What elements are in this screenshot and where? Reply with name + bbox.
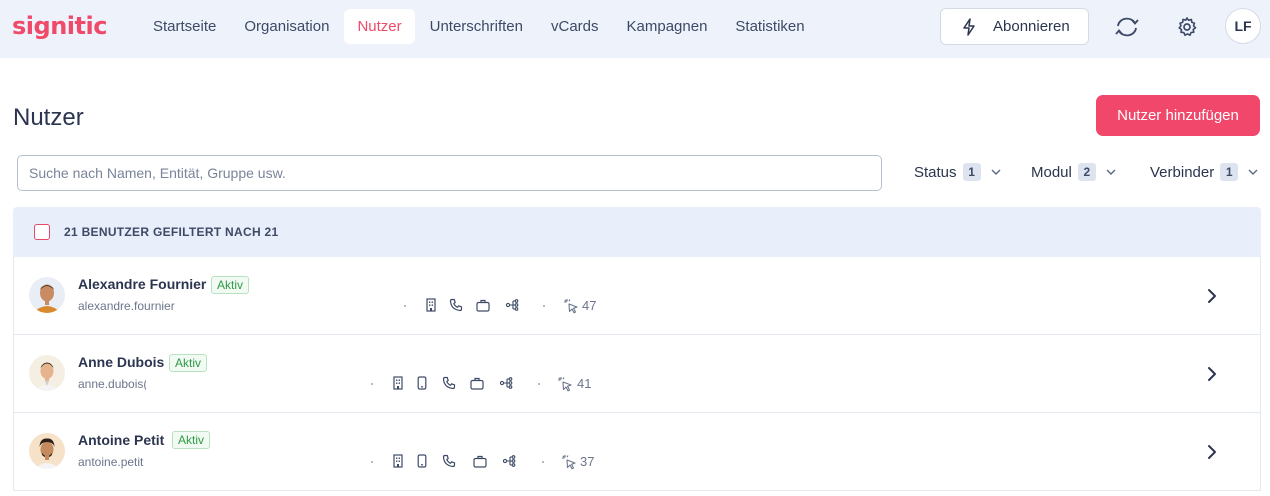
- chevron-down-icon: [991, 169, 1001, 175]
- building-icon: [393, 376, 403, 390]
- user-row[interactable]: Alexandre Fournier Aktiv alexandre.fourn…: [13, 257, 1261, 335]
- status-badge: Aktiv: [211, 276, 250, 294]
- chevron-right-icon[interactable]: [1207, 288, 1217, 304]
- mobile-icon: [417, 454, 427, 468]
- signitic-logo[interactable]: signitic: [12, 12, 107, 40]
- nav-item-nutzer[interactable]: Nutzer: [344, 9, 415, 44]
- nav-item-unterschriften[interactable]: Unterschriften: [417, 9, 536, 44]
- chevron-right-icon[interactable]: [1207, 366, 1217, 382]
- briefcase-icon: [476, 299, 490, 312]
- main-nav: Startseite Organisation Nutzer Unterschr…: [140, 9, 820, 44]
- click-count: 37: [580, 454, 595, 469]
- user-row[interactable]: Antoine Petit Aktiv antoine.petit 37: [13, 413, 1261, 491]
- hierarchy-icon: [502, 455, 516, 467]
- nav-item-startseite[interactable]: Startseite: [140, 9, 229, 44]
- filter-modul-label: Modul: [1031, 163, 1072, 181]
- mobile-icon: [417, 376, 427, 390]
- status-badge: Aktiv: [169, 354, 208, 372]
- settings-button[interactable]: [1170, 10, 1204, 44]
- separator-dot: [371, 383, 373, 385]
- separator-dot: [371, 461, 373, 463]
- user-row[interactable]: Anne Dubois Aktiv anne.dubois( 41: [13, 335, 1261, 413]
- separator-dot: [538, 383, 540, 385]
- separator-dot: [542, 461, 544, 463]
- hierarchy-icon: [505, 299, 519, 311]
- separator-dot: [404, 305, 406, 307]
- briefcase-icon: [470, 377, 484, 390]
- nav-item-kampagnen[interactable]: Kampagnen: [614, 9, 721, 44]
- user-name: Anne Dubois: [78, 354, 165, 370]
- building-icon: [426, 298, 436, 312]
- user-name: Alexandre Fournier: [78, 276, 207, 292]
- chevron-down-icon: [1248, 169, 1258, 175]
- top-navbar: signitic Startseite Organisation Nutzer …: [0, 0, 1270, 58]
- filter-verbinder-count: 1: [1220, 163, 1239, 181]
- phone-icon: [442, 454, 456, 468]
- filter-status-count: 1: [962, 163, 981, 181]
- user-email: anne.dubois(: [78, 377, 146, 391]
- cursor-click-icon: [562, 455, 576, 470]
- filter-verbinder[interactable]: Verbinder 1: [1150, 163, 1258, 181]
- click-count: 41: [577, 376, 592, 391]
- phone-icon: [449, 298, 463, 312]
- nav-item-organisation[interactable]: Organisation: [231, 9, 342, 44]
- user-name: Antoine Petit: [78, 432, 165, 448]
- chevron-down-icon: [1106, 169, 1116, 175]
- filter-status-label: Status: [914, 163, 957, 181]
- filter-summary: 21 BENUTZER GEFILTERT NACH 21: [64, 225, 279, 239]
- user-list-header: 21 BENUTZER GEFILTERT NACH 21: [13, 207, 1261, 257]
- filter-verbinder-label: Verbinder: [1150, 163, 1215, 181]
- account-avatar[interactable]: LF: [1225, 8, 1261, 44]
- hierarchy-icon: [499, 377, 513, 389]
- avatar: [29, 433, 65, 469]
- user-email: antoine.petit: [78, 455, 144, 469]
- search-input[interactable]: [17, 155, 882, 191]
- filter-status[interactable]: Status 1: [914, 163, 1001, 181]
- sync-icon: [1115, 17, 1139, 37]
- filter-modul[interactable]: Modul 2: [1031, 163, 1116, 181]
- subscribe-label: Abonnieren: [993, 18, 1070, 35]
- cursor-click-icon: [558, 377, 572, 392]
- page-title: Nutzer: [13, 104, 84, 131]
- sync-button[interactable]: [1110, 10, 1144, 44]
- user-email: alexandre.fournier: [78, 299, 175, 313]
- separator-dot: [543, 305, 545, 307]
- avatar: [29, 277, 65, 313]
- nav-item-vcards[interactable]: vCards: [538, 9, 612, 44]
- cursor-click-icon: [564, 299, 578, 314]
- subscribe-button[interactable]: Abonnieren: [940, 8, 1089, 45]
- add-user-button[interactable]: Nutzer hinzufügen: [1096, 95, 1260, 136]
- phone-icon: [442, 376, 456, 390]
- select-all-checkbox[interactable]: [34, 224, 50, 240]
- zap-icon: [963, 17, 975, 36]
- gear-icon: [1178, 17, 1197, 36]
- filter-modul-count: 2: [1077, 163, 1096, 181]
- avatar: [29, 355, 65, 391]
- briefcase-icon: [473, 455, 487, 468]
- nav-item-statistiken[interactable]: Statistiken: [722, 9, 817, 44]
- status-badge: Aktiv: [172, 431, 211, 449]
- building-icon: [393, 454, 403, 468]
- chevron-right-icon[interactable]: [1207, 444, 1217, 460]
- click-count: 47: [582, 298, 597, 313]
